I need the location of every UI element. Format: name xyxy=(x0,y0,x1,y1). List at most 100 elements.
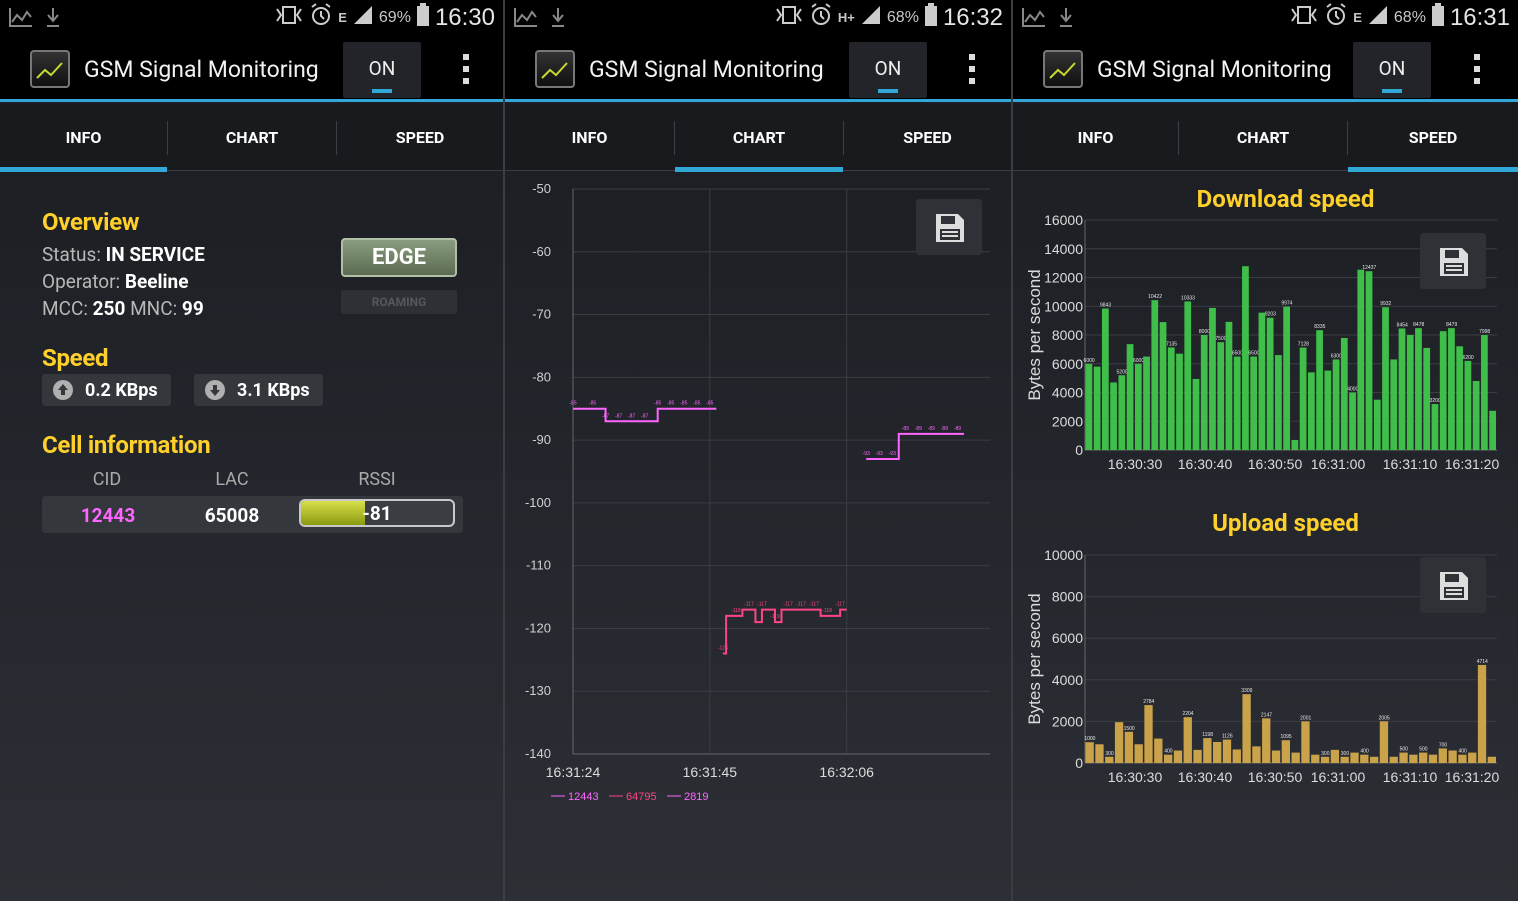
tab-speed[interactable]: SPEED xyxy=(844,104,1011,171)
bar xyxy=(1481,335,1488,450)
bar xyxy=(1316,330,1323,450)
bar-value-label: 7128 xyxy=(1298,342,1309,348)
bar xyxy=(1184,301,1192,450)
bar xyxy=(1266,317,1274,450)
y-tick-label: 6000 xyxy=(1052,356,1083,372)
monitoring-toggle[interactable]: ON xyxy=(343,42,421,98)
y-tick-label: 0 xyxy=(1075,755,1083,771)
bar xyxy=(1415,328,1422,450)
bar xyxy=(1438,748,1447,763)
bar xyxy=(1233,356,1241,450)
save-chart-button[interactable] xyxy=(916,199,982,255)
alarm-icon xyxy=(1324,3,1348,32)
tab-info[interactable]: INFO xyxy=(505,104,674,171)
bar xyxy=(1173,750,1183,763)
tab-chart[interactable]: CHART xyxy=(1179,104,1347,171)
bar xyxy=(1085,363,1093,450)
data-label: -85 xyxy=(680,401,687,407)
action-bar: GSM Signal Monitoring ON xyxy=(505,37,1011,101)
bar-value-label: 10333 xyxy=(1181,295,1195,301)
legend-entry: 12443 xyxy=(568,791,599,803)
bar xyxy=(1324,370,1332,450)
data-label: -85 xyxy=(706,401,713,407)
download-notification-icon xyxy=(1059,6,1073,32)
data-label: -87 xyxy=(628,413,635,419)
bar-value-label: 1198 xyxy=(1202,732,1213,738)
data-label: -117 xyxy=(796,602,806,608)
download-chart-title: Download speed xyxy=(1196,185,1375,213)
bar-value-label: 7500 xyxy=(1215,336,1226,342)
bar xyxy=(1350,752,1359,763)
bar-value-label: 2204 xyxy=(1182,711,1193,717)
bar xyxy=(1431,404,1439,450)
bar xyxy=(1105,756,1114,763)
y-tick-label: -110 xyxy=(526,558,551,573)
tab-info[interactable]: INFO xyxy=(1013,104,1178,171)
data-label: -89 xyxy=(902,426,909,432)
bar xyxy=(1390,359,1398,450)
y-tick-label: 2000 xyxy=(1052,413,1083,429)
tab-chart[interactable]: CHART xyxy=(675,104,843,172)
y-axis-label: Bytes per second xyxy=(1025,593,1044,724)
bar xyxy=(1283,306,1290,450)
y-tick-label: 4000 xyxy=(1052,672,1083,688)
status-bar: E 69% 16:30 xyxy=(0,0,503,37)
bar xyxy=(1369,756,1379,763)
status-time: 16:31 xyxy=(1449,3,1510,31)
bar xyxy=(1217,342,1225,450)
monitoring-toggle[interactable]: ON xyxy=(849,42,927,98)
bar xyxy=(1448,328,1455,450)
bar xyxy=(1151,300,1159,450)
overflow-menu-icon[interactable] xyxy=(969,54,975,84)
bar xyxy=(1299,347,1307,450)
col-header-cid: CID xyxy=(92,469,122,490)
network-type-badge: EDGE xyxy=(341,238,457,277)
monitoring-toggle[interactable]: ON xyxy=(1353,42,1431,98)
bar-value-label: 6000 xyxy=(1133,358,1144,364)
bar-value-label: 2784 xyxy=(1143,699,1154,705)
tab-speed[interactable]: SPEED xyxy=(1348,104,1518,172)
data-label: -117 xyxy=(744,602,754,608)
overflow-menu-icon[interactable] xyxy=(1474,54,1480,84)
bar-value-label: 10422 xyxy=(1148,294,1162,300)
bar-value-label: 8454 xyxy=(1397,322,1408,328)
bar xyxy=(1167,347,1175,450)
tab-info[interactable]: INFO xyxy=(0,104,167,172)
bar xyxy=(1110,382,1117,450)
y-tick-label: 6000 xyxy=(1052,630,1083,646)
y-tick-label: 8000 xyxy=(1052,327,1083,343)
upload-speed: 0.2 KBps xyxy=(85,379,158,401)
data-label: -87 xyxy=(602,413,609,419)
bar xyxy=(1456,346,1464,450)
y-tick-label: -60 xyxy=(532,244,551,259)
y-tick-label: 10000 xyxy=(1044,547,1083,563)
bar xyxy=(1176,353,1183,450)
download-speed-chip: 3.1 KBps xyxy=(194,374,323,406)
y-tick-label: -140 xyxy=(525,746,551,761)
tab-speed[interactable]: SPEED xyxy=(337,104,503,171)
bar-value-label: 7135 xyxy=(1166,341,1177,347)
bar xyxy=(1365,271,1373,450)
status-time: 16:30 xyxy=(434,3,495,31)
status-bar: H+ 68% 16:32 xyxy=(505,0,1011,37)
bar xyxy=(1379,721,1389,763)
bar xyxy=(1487,756,1496,763)
data-label: -85 xyxy=(693,401,700,407)
overflow-menu-icon[interactable] xyxy=(463,54,469,84)
y-tick-label: -130 xyxy=(525,683,551,698)
bar-value-label: 6500 xyxy=(1232,351,1243,357)
mcc-value: 250 xyxy=(92,297,126,320)
bar xyxy=(1085,742,1094,763)
network-type-icon: E xyxy=(338,10,347,25)
y-tick-label: -90 xyxy=(532,432,551,447)
bar-value-label: 300 xyxy=(1341,751,1350,757)
bar xyxy=(1144,705,1153,763)
bar xyxy=(1134,744,1143,763)
y-tick-label: -120 xyxy=(525,620,551,635)
save-upload-chart-button[interactable] xyxy=(1420,557,1486,613)
bar xyxy=(1192,378,1200,450)
bar-value-label: 12437 xyxy=(1362,265,1376,271)
save-download-chart-button[interactable] xyxy=(1420,233,1486,289)
bar-value-label: 1500 xyxy=(1124,726,1135,732)
tab-chart[interactable]: CHART xyxy=(168,104,336,171)
